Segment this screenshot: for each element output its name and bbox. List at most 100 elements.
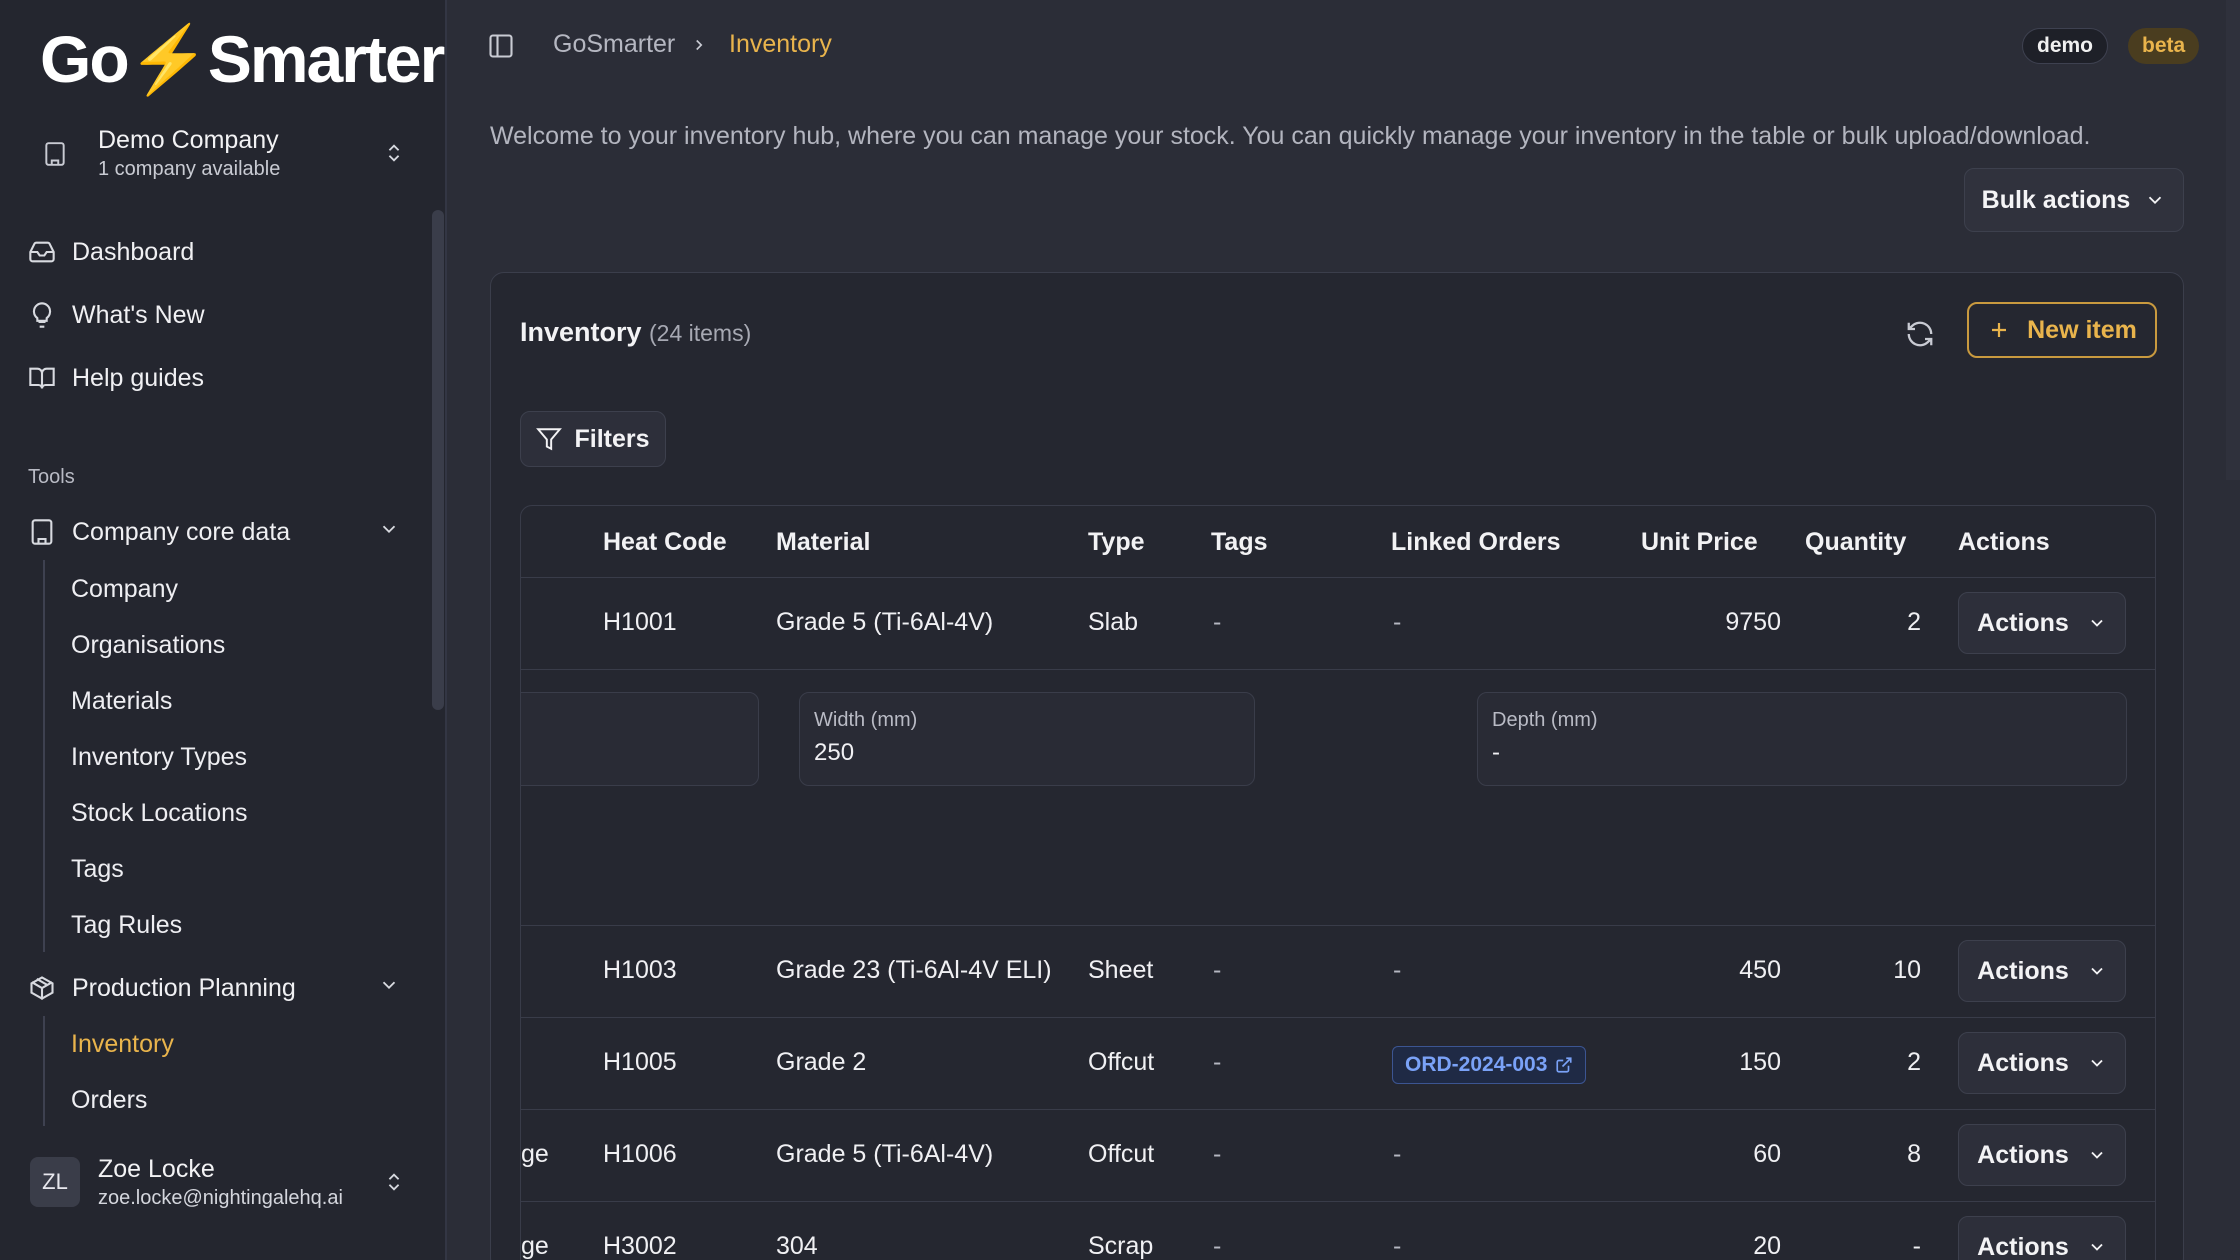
column-header-tags[interactable]: Tags [1211,528,1268,557]
table-row[interactable]: H1001 Grade 5 (Ti-6Al-4V) Slab - - 9750 … [521,578,2155,670]
tags-cell: - [1213,1048,1222,1076]
chevron-down-icon [2091,1151,2103,1159]
detail-field-width: Width (mm) 250 [799,692,1255,786]
sidebar-item-inventory-types[interactable]: Inventory Types [71,737,247,777]
row-actions-button[interactable]: Actions [1958,1032,2126,1094]
quantity-cell: 8 [1907,1140,1921,1168]
table-row[interactable]: ge H3002 304 Scrap - - 20 - Actions [521,1202,2155,1260]
inventory-table: Heat Code Material Type Tags Linked Orde… [520,505,2156,1260]
linked-order-link[interactable]: ORD-2024-003 [1392,1046,1587,1084]
company-switcher[interactable]: Demo Company 1 company available [20,118,425,190]
unit-price-cell: 150 [1739,1048,1781,1076]
row-actions-button[interactable]: Actions [1958,940,2126,1002]
table-row[interactable]: ge H1006 Grade 5 (Ti-6Al-4V) Offcut - - … [521,1110,2155,1202]
bulk-actions-button[interactable]: Bulk actions [1964,168,2184,232]
nav-dashboard-label: Dashboard [72,237,195,266]
width-value: 250 [814,739,855,766]
tags-cell: - [1213,1140,1222,1168]
column-header-actions: Actions [1958,528,2050,556]
material-cell: Grade 2 [776,1048,867,1076]
sidebar-item-organisations[interactable]: Organisations [71,625,225,665]
heat-code-cell: H1006 [603,1140,677,1168]
quantity-cell: - [1912,1232,1921,1260]
material-cell: Grade 5 (Ti-6Al-4V) [776,1140,994,1168]
user-email: zoe.locke@nightingalehq.ai [98,1187,343,1209]
nav-dashboard[interactable]: Dashboard [28,230,194,274]
inbox-icon [29,241,55,263]
width-label: Width (mm) [814,709,918,731]
breadcrumb-current: Inventory [729,30,832,58]
refresh-icon[interactable] [1905,319,1935,354]
sidebar-item-tags[interactable]: Tags [71,849,124,889]
row-actions-button[interactable]: Actions [1958,1124,2126,1186]
column-header-unit-price[interactable]: Unit Price [1641,528,1758,557]
nav-whats-new[interactable]: What's New [28,293,205,337]
plus-icon [1992,323,2007,337]
column-header-quantity[interactable]: Quantity [1805,528,1906,557]
page-scrollbar[interactable] [2226,0,2240,480]
sidebar-item-materials[interactable]: Materials [71,681,172,721]
beta-badge: beta [2128,28,2200,64]
welcome-text: Welcome to your inventory hub, where you… [490,122,2091,150]
nav-group-production-planning[interactable]: Production Planning [28,966,408,1010]
detail-field-length [521,692,759,786]
sidebar-toggle-icon[interactable] [487,32,515,65]
material-cell: Grade 23 (Ti-6Al-4V ELI) [776,956,1052,984]
new-item-button[interactable]: New item [1967,302,2157,358]
heat-code-cell: H1001 [603,608,677,636]
linked-orders-cell: - [1393,956,1402,984]
heat-code-cell: H1003 [603,956,677,984]
nav-group-company-core-data[interactable]: Company core data [28,510,408,554]
column-header-heat-code[interactable]: Heat Code [603,528,727,557]
depth-label: Depth (mm) [1492,709,1598,731]
sidebar-item-tag-rules[interactable]: Tag Rules [71,905,182,945]
row-actions-label: Actions [1977,1232,2069,1260]
unit-price-cell: 9750 [1725,608,1781,636]
user-menu[interactable]: ZL Zoe Locke zoe.locke@nightingalehq.ai [20,1145,425,1221]
nav-help-guides[interactable]: Help guides [28,356,204,400]
type-cell: Scrap [1088,1232,1154,1260]
truncated-cell: ge [521,1232,549,1260]
sidebar-scrollbar[interactable] [432,210,444,710]
chevrons-up-down-icon [383,140,405,171]
table-row[interactable]: H1005 Grade 2 Offcut - ORD-2024-003 150 … [521,1018,2155,1110]
filter-icon [536,428,563,451]
building-icon [42,140,68,173]
linked-orders-cell: - [1393,608,1402,636]
sidebar-item-orders[interactable]: Orders [71,1080,147,1120]
tags-cell: - [1213,956,1222,984]
truncated-cell: ge [521,1140,549,1168]
table-row[interactable]: H1003 Grade 23 (Ti-6Al-4V ELI) Sheet - -… [521,926,2155,1018]
filters-button[interactable]: Filters [520,411,666,467]
column-header-type[interactable]: Type [1088,528,1145,557]
tags-cell: - [1213,1232,1222,1260]
heat-code-cell: H3002 [603,1232,677,1260]
depth-value: - [1492,739,1500,766]
tags-cell: - [1213,608,1222,636]
nav-group-company-core-data-label: Company core data [72,517,291,546]
type-cell: Sheet [1088,956,1154,984]
chevron-down-icon [2091,1059,2103,1067]
building-icon [31,519,53,545]
chevron-down-icon [378,974,416,1003]
row-actions-label: Actions [1977,1048,2069,1077]
app-logo[interactable]: Go⚡Smarter [40,26,445,92]
linked-order-id: ORD-2024-003 [1405,1053,1548,1076]
row-actions-button[interactable]: Actions [1958,592,2126,654]
sidebar-item-company[interactable]: Company [71,569,178,609]
inventory-card: Inventory (24 items) New item Filters He… [490,272,2184,1260]
column-header-linked-orders[interactable]: Linked Orders [1391,528,1561,557]
sidebar-item-inventory[interactable]: Inventory [71,1024,174,1064]
chevron-down-icon [2091,967,2103,975]
nav-group-production-planning-label: Production Planning [72,973,296,1002]
breadcrumb-root[interactable]: GoSmarter [553,30,675,59]
tools-section-label: Tools [28,466,75,488]
linked-orders-cell: - [1393,1232,1402,1260]
sidebar-item-stock-locations[interactable]: Stock Locations [71,793,248,833]
row-actions-button[interactable]: Actions [1958,1216,2126,1260]
chevron-down-icon [2091,619,2103,627]
nav-whats-new-label: What's New [72,300,205,329]
lightbulb-icon [32,302,52,328]
company-name: Demo Company [98,126,279,154]
column-header-material[interactable]: Material [776,528,870,557]
